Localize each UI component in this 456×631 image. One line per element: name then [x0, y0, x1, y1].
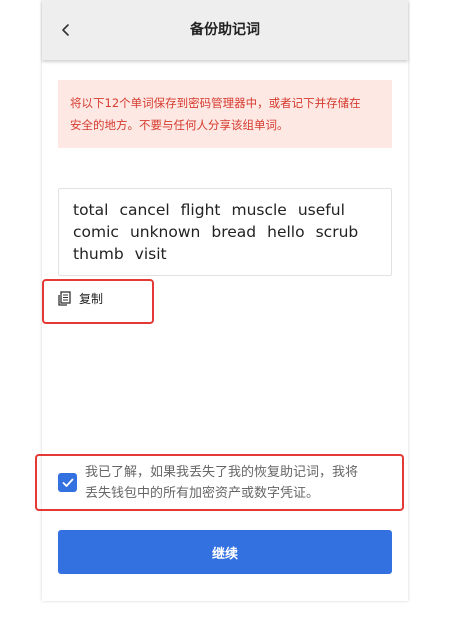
mnemonic-word: cancel: [119, 201, 170, 219]
continue-button[interactable]: 继续: [58, 530, 392, 574]
mnemonic-word: thumb: [73, 245, 124, 263]
warning-line-2: 安全的地方。不要与任何人分享该组单词。: [70, 118, 289, 132]
mnemonic-word: visit: [134, 245, 167, 263]
consent-line-1: 我已了解，如果我丢失了我的恢复助记词，我将: [85, 465, 359, 480]
app-header: 备份助记词: [42, 0, 408, 60]
mnemonic-word: muscle: [231, 201, 287, 219]
mnemonic-word: hello: [267, 223, 305, 241]
mnemonic-word: scrub: [315, 223, 359, 241]
consent-line-2: 丢失钱包中的所有加密资产或数字凭证。: [85, 486, 320, 501]
checkmark-icon: [62, 478, 73, 487]
mnemonic-word: useful: [297, 201, 345, 219]
consent-row: 我已了解，如果我丢失了我的恢复助记词，我将 丢失钱包中的所有加密资产或数字凭证。: [58, 462, 392, 504]
mnemonic-word: total: [73, 201, 109, 219]
mnemonic-words-box: total cancel flight muscle useful comic unknow…: [58, 188, 392, 276]
mnemonic-word: flight: [180, 201, 221, 219]
mnemonic-word: comic: [73, 223, 119, 241]
consent-checkbox[interactable]: [58, 473, 77, 492]
consent-text[interactable]: 我已了解，如果我丢失了我的恢复助记词，我将 丢失钱包中的所有加密资产或数字凭证。: [85, 462, 392, 504]
back-button[interactable]: [54, 18, 78, 42]
warning-line-1: 将以下12个单词保存到密码管理器中，或者记下并存储在: [70, 96, 361, 110]
backup-card: 备份助记词 将以下12个单词保存到密码管理器中，或者记下并存储在 安全的地方。不…: [35, 0, 408, 601]
chevron-left-icon: [62, 24, 69, 36]
page-title: 备份助记词: [190, 22, 260, 38]
mnemonic-word: bread: [211, 223, 257, 241]
warning-banner: 将以下12个单词保存到密码管理器中，或者记下并存储在 安全的地方。不要与任何人分…: [58, 80, 392, 148]
copy-button[interactable]: 复制: [58, 289, 118, 307]
mnemonic-word: unknown: [129, 223, 201, 241]
document-copy-icon: [58, 290, 71, 306]
copy-label: 复制: [79, 291, 104, 306]
